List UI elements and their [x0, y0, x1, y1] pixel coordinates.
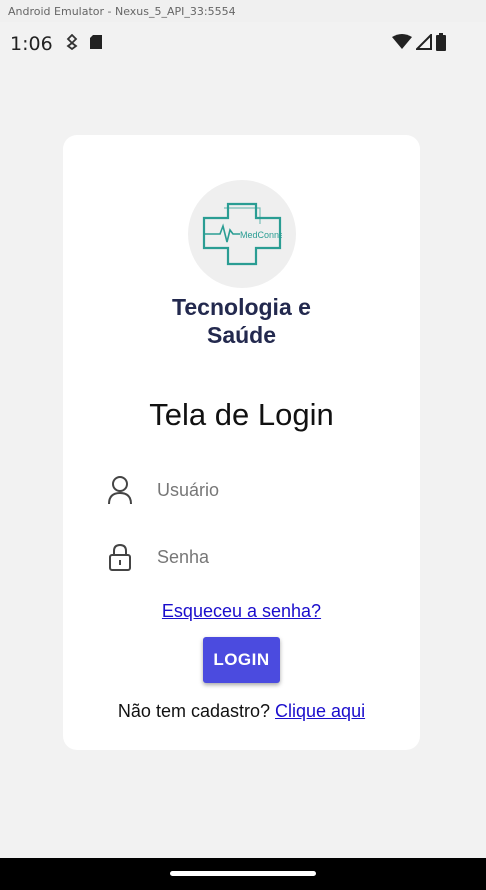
- page-title: Tela de Login: [149, 397, 334, 432]
- password-field: [103, 535, 393, 579]
- status-icons-right: [392, 32, 446, 56]
- user-icon: [103, 473, 137, 507]
- medical-cross-logo-icon: MedConnect: [202, 202, 282, 266]
- sd-card-icon: [89, 34, 103, 55]
- emulator-title: Android Emulator - Nexus_5_API_33:5554: [0, 0, 486, 22]
- svg-text:MedConnect: MedConnect: [240, 230, 282, 240]
- home-gesture-handle[interactable]: [170, 871, 316, 876]
- signup-prompt: Não tem cadastro?: [117, 701, 270, 721]
- brand-name: Tecnologia e Saúde: [63, 293, 420, 349]
- password-input[interactable]: [157, 546, 377, 568]
- brand-line-1: Tecnologia e: [172, 294, 311, 320]
- signup-link[interactable]: Clique aqui: [275, 701, 365, 721]
- signup-row: Não tem cadastro? Clique aqui: [63, 701, 420, 722]
- status-icons-left: [65, 33, 103, 55]
- login-card: MedConnect Tecnologia e Saúde Tela de Lo…: [63, 135, 420, 750]
- login-button[interactable]: LOGIN: [203, 637, 280, 683]
- usb-debug-icon: [65, 33, 79, 55]
- status-time: 1:06: [10, 33, 53, 55]
- navigation-bar: [0, 858, 486, 890]
- username-field: [103, 468, 393, 512]
- lock-icon: [103, 540, 137, 574]
- signal-icon: [414, 32, 432, 55]
- wifi-icon: [392, 33, 412, 55]
- app-screen: Android Emulator - Nexus_5_API_33:5554 1…: [0, 0, 486, 890]
- logo: MedConnect: [188, 180, 296, 288]
- battery-icon: [436, 32, 446, 56]
- brand-line-2: Saúde: [206, 322, 277, 348]
- username-input[interactable]: [157, 479, 377, 501]
- status-bar: 1:06: [0, 22, 486, 66]
- forgot-password-link[interactable]: Esqueceu a senha?: [63, 601, 420, 622]
